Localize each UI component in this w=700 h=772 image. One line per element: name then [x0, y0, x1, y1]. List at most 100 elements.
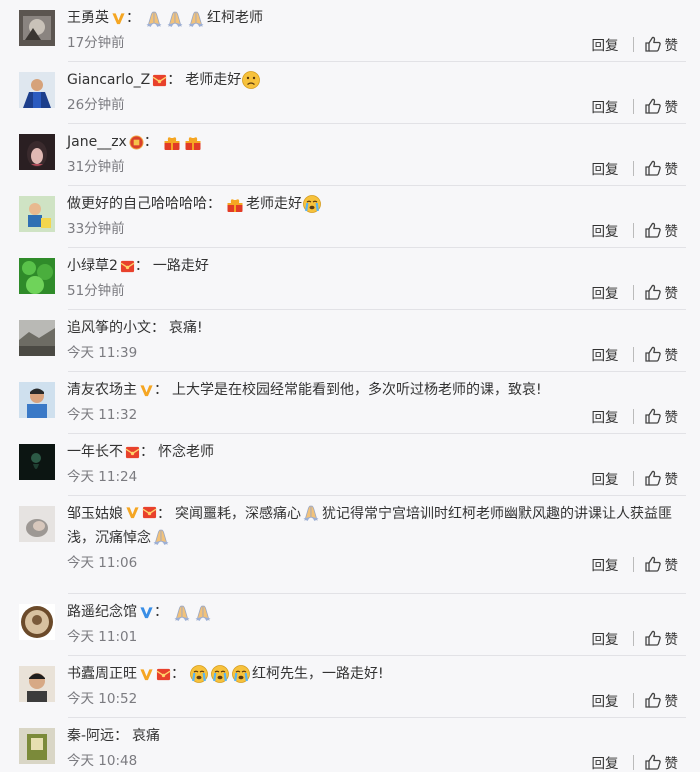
- comment-text: 哀痛!: [169, 320, 203, 336]
- username[interactable]: 一年长不: [67, 440, 123, 464]
- reply-button[interactable]: 回复: [592, 468, 619, 488]
- like-button[interactable]: 赞: [665, 282, 679, 302]
- like-button[interactable]: 赞: [665, 344, 679, 364]
- comment-time: 今天 10:52: [67, 691, 138, 707]
- reply-button[interactable]: 回复: [592, 690, 619, 710]
- like-button[interactable]: 赞: [665, 34, 679, 54]
- red-envelope-badge-icon: [152, 73, 167, 88]
- comment-item: Jane__zx ： 31分钟前 回复 赞: [0, 124, 700, 186]
- comment-text: 红柯老师: [207, 10, 263, 26]
- avatar[interactable]: [19, 604, 55, 640]
- avatar[interactable]: [19, 666, 55, 702]
- verified-v-badge-icon: [139, 605, 154, 620]
- pray-emoji-icon: [151, 526, 171, 546]
- verified-v-badge-icon: [139, 667, 154, 682]
- avatar[interactable]: [19, 72, 55, 108]
- reply-button[interactable]: 回复: [592, 158, 619, 178]
- avatar[interactable]: [19, 728, 55, 764]
- comment-time: 今天 11:01: [67, 629, 138, 645]
- reply-button[interactable]: 回复: [592, 220, 619, 240]
- like-button[interactable]: 赞: [665, 96, 679, 116]
- thumbs-up-icon[interactable]: [644, 159, 662, 177]
- username[interactable]: 做更好的自己哈哈哈哈: [67, 192, 207, 216]
- username[interactable]: Giancarlo_Z: [67, 68, 150, 92]
- avatar[interactable]: [19, 382, 55, 418]
- comment-text: 哀痛: [132, 728, 161, 744]
- avatar[interactable]: [19, 444, 55, 480]
- like-button[interactable]: 赞: [665, 690, 679, 710]
- thumbs-up-icon[interactable]: [644, 629, 662, 647]
- verified-v-badge-icon: [139, 383, 154, 398]
- username[interactable]: 路遥纪念馆: [67, 600, 137, 624]
- username[interactable]: 小绿草2: [67, 254, 118, 278]
- pray-emoji-icon: [144, 8, 164, 28]
- thumbs-up-icon[interactable]: [644, 407, 662, 425]
- like-button[interactable]: 赞: [665, 158, 679, 178]
- comment-time: 今天 11:32: [67, 407, 138, 423]
- reply-button[interactable]: 回复: [592, 752, 619, 772]
- reply-button[interactable]: 回复: [592, 344, 619, 364]
- comment-time: 今天 11:24: [67, 469, 138, 485]
- thumbs-up-icon[interactable]: [644, 221, 662, 239]
- comment-item: 追风筝的小文 ： 哀痛! 今天 11:39 回复 赞: [0, 310, 700, 372]
- comment-item: 做更好的自己哈哈哈哈 ： 老师走好 33分钟前 回复 赞: [0, 186, 700, 248]
- thumbs-up-icon[interactable]: [644, 753, 662, 771]
- like-button[interactable]: 赞: [665, 406, 679, 426]
- crying-face-emoji-icon: [231, 664, 251, 684]
- reply-button[interactable]: 回复: [592, 554, 619, 574]
- verified-v-badge-icon: [125, 505, 140, 520]
- username[interactable]: Jane__zx: [67, 130, 127, 154]
- username[interactable]: 王勇英: [67, 6, 109, 30]
- comment-item: Giancarlo_Z ： 老师走好 26分钟前 回复 赞: [0, 62, 700, 124]
- like-button[interactable]: 赞: [665, 468, 679, 488]
- colon: ：: [207, 196, 221, 212]
- thumbs-up-icon[interactable]: [644, 35, 662, 53]
- pray-emoji-icon: [186, 8, 206, 28]
- comment-time: 今天 10:48: [67, 753, 138, 769]
- reply-button[interactable]: 回复: [592, 406, 619, 426]
- reply-button[interactable]: 回复: [592, 628, 619, 648]
- reply-button[interactable]: 回复: [592, 34, 619, 54]
- username[interactable]: 书蠹周正旺: [67, 662, 137, 686]
- divider: [632, 160, 634, 176]
- comment-time: 33分钟前: [67, 221, 125, 237]
- avatar[interactable]: [19, 258, 55, 294]
- avatar[interactable]: [19, 10, 55, 46]
- thumbs-up-icon[interactable]: [644, 555, 662, 573]
- sad-face-emoji-icon: [241, 70, 261, 90]
- avatar[interactable]: [19, 506, 55, 542]
- pray-emoji-icon: [301, 502, 321, 522]
- comment-time: 26分钟前: [67, 97, 125, 113]
- divider: [632, 346, 634, 362]
- crying-face-emoji-icon: [210, 664, 230, 684]
- username[interactable]: 邹玉姑娘: [67, 506, 123, 522]
- reply-button[interactable]: 回复: [592, 282, 619, 302]
- username[interactable]: 秦-阿远: [67, 724, 114, 748]
- red-gift-emoji-icon: [183, 132, 203, 152]
- avatar[interactable]: [19, 196, 55, 232]
- avatar[interactable]: [19, 320, 55, 356]
- reply-button[interactable]: 回复: [592, 96, 619, 116]
- thumbs-up-icon[interactable]: [644, 469, 662, 487]
- comment-time: 今天 11:06: [67, 555, 138, 571]
- thumbs-up-icon[interactable]: [644, 345, 662, 363]
- comment-text: 红柯先生，一路走好!: [252, 666, 384, 682]
- like-button[interactable]: 赞: [665, 628, 679, 648]
- comment-item: 邹玉姑娘：突闻噩耗，深感痛心 犹记得常宁宫培训时红柯老师幽默风趣的讲课让人获益匪浅…: [0, 496, 700, 594]
- thumbs-up-icon[interactable]: [644, 691, 662, 709]
- like-button[interactable]: 赞: [665, 220, 679, 240]
- pray-emoji-icon: [172, 602, 192, 622]
- divider: [632, 222, 634, 238]
- username[interactable]: 清友农场主: [67, 378, 137, 402]
- comment-text: 上大学是在校园经常能看到他，多次听过杨老师的课，致哀!: [172, 382, 542, 398]
- thumbs-up-icon[interactable]: [644, 283, 662, 301]
- colon: ：: [157, 506, 171, 522]
- thumbs-up-icon[interactable]: [644, 97, 662, 115]
- avatar[interactable]: [19, 134, 55, 170]
- divider: [632, 692, 634, 708]
- like-button[interactable]: 赞: [665, 554, 679, 574]
- like-button[interactable]: 赞: [665, 752, 679, 772]
- divider: [632, 408, 634, 424]
- divider: [632, 630, 634, 646]
- username[interactable]: 追风筝的小文: [67, 316, 151, 340]
